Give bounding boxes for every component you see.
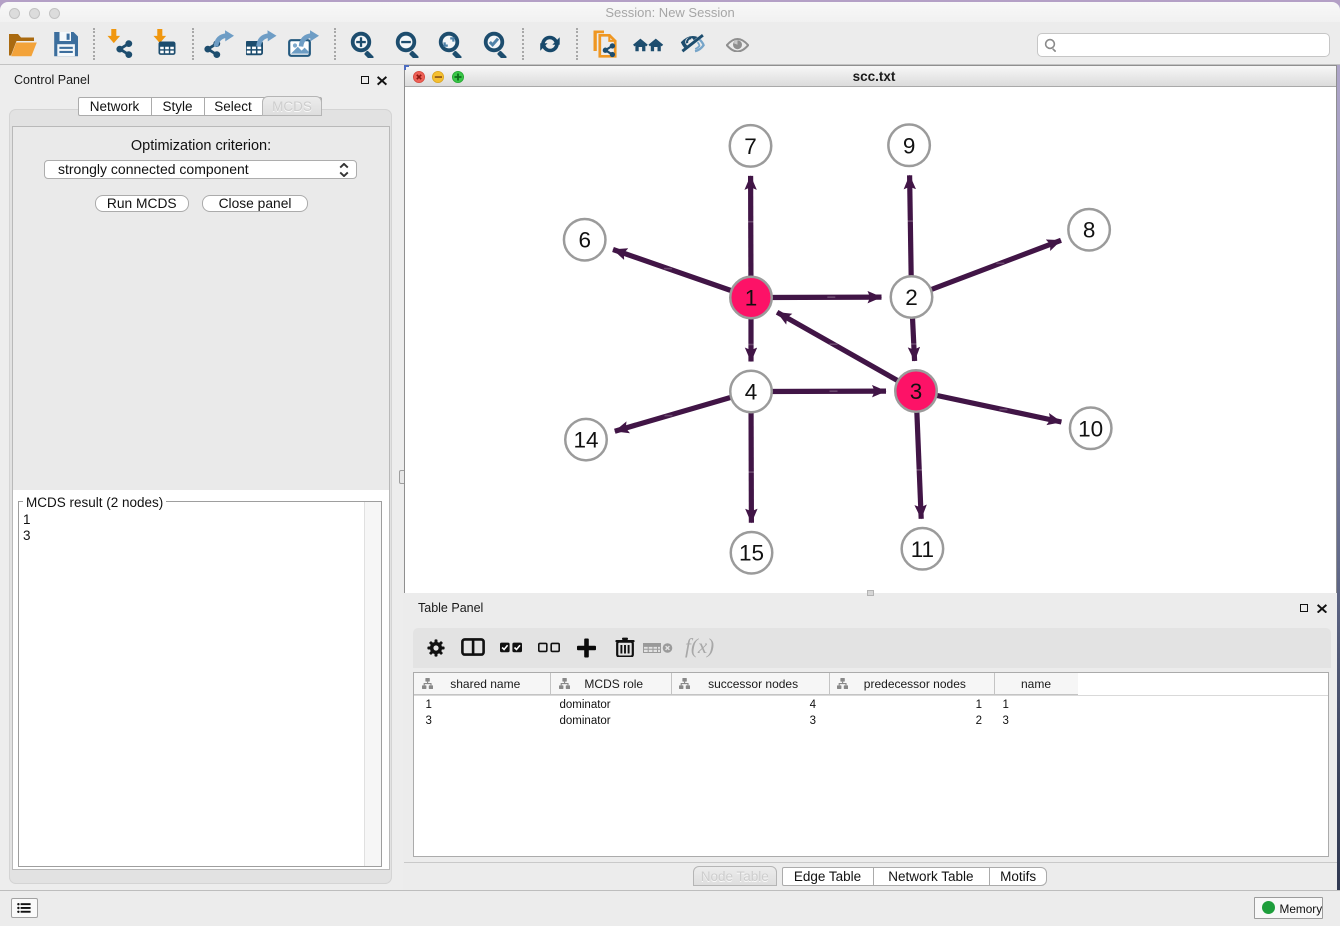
- svg-text:15: 15: [739, 540, 764, 565]
- svg-text:6: 6: [578, 227, 591, 252]
- svg-text:10: 10: [1078, 416, 1103, 441]
- svg-text:4: 4: [745, 379, 758, 404]
- svg-text:14: 14: [573, 427, 598, 452]
- svg-text:7: 7: [744, 133, 757, 158]
- svg-text:2: 2: [905, 285, 918, 310]
- svg-text:9: 9: [903, 133, 916, 158]
- svg-text:8: 8: [1083, 217, 1096, 242]
- svg-text:3: 3: [910, 379, 923, 404]
- svg-text:11: 11: [911, 536, 934, 561]
- svg-text:1: 1: [745, 285, 758, 310]
